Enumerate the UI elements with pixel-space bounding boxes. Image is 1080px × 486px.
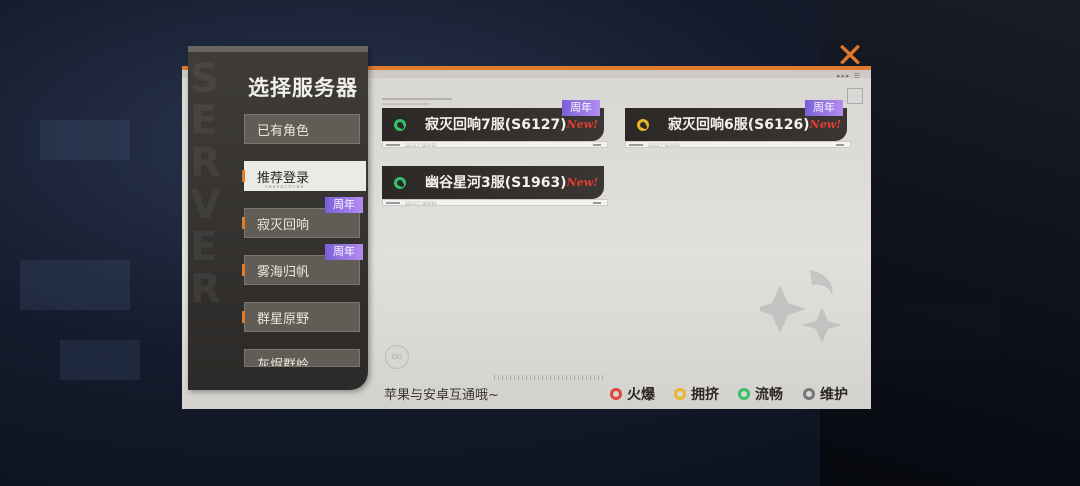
sidebar-item-recommended[interactable]: 推荐登录 PREFECTURE (242, 161, 366, 191)
status-crowded-icon (674, 388, 686, 400)
anniversary-badge: 周年 (325, 244, 363, 260)
new-tag: New! (566, 118, 598, 131)
status-crowded-icon (637, 119, 649, 131)
sidebar-item-label: 寂灭回响 (257, 217, 310, 233)
new-tag: New! (809, 118, 841, 131)
server-card-yougu-3[interactable]: SELECT SERVER 幽谷星河3服(S1963) New! (382, 166, 608, 206)
sidebar-item-label: 已有角色 (257, 123, 310, 139)
server-region-sidebar: SERVER 选择服务器 已有角色 推荐登录 PREFECTURE 寂灭回响 周… (188, 46, 368, 390)
server-name: 幽谷星河3服(S1963) (425, 175, 567, 191)
status-smooth-icon (738, 388, 750, 400)
close-icon: ✕ (835, 36, 865, 76)
og-logo-icon: OG (385, 345, 409, 369)
sidebar-item-sub: PREFECTURE (265, 184, 305, 189)
status-hot-icon (610, 388, 622, 400)
page-title: 选择服务器 (248, 75, 358, 100)
dragon-logo-icon (760, 270, 842, 343)
legend-maintenance: 维护 (803, 384, 848, 404)
server-name: 寂灭回响6服(S6126) (668, 117, 810, 133)
sidebar-item-wuhai[interactable]: 雾海归帆 周年 (242, 244, 363, 285)
server-watermark: SERVER (190, 56, 221, 312)
sidebar-item-label: 雾海归帆 (257, 264, 310, 280)
server-card-jimie-6[interactable]: SELECT SERVER 寂灭回响6服(S6126) New! 周年 (625, 100, 851, 148)
sidebar-item-existing-roles[interactable]: 已有角色 (244, 114, 360, 144)
legend-crowded: 拥挤 (674, 384, 719, 404)
cross-platform-note: 苹果与安卓互通哦~ (384, 388, 499, 403)
anniversary-badge: 周年 (325, 197, 363, 213)
sidebar-item-label: 推荐登录 (257, 170, 310, 186)
anniversary-badge: 周年 (562, 100, 600, 116)
sidebar-item-label: 灰烬群岭 (257, 358, 310, 367)
new-tag: New! (566, 176, 598, 189)
corner-box-icon (847, 88, 863, 104)
server-card-jimie-7[interactable]: SELECT SERVER 寂灭回响7服(S6127) New! 周年 (382, 100, 608, 148)
sidebar-item-qunxing[interactable]: 群星原野 (242, 302, 360, 332)
sidebar-item-huijin[interactable]: 灰烬群岭 (244, 349, 360, 367)
anniversary-badge: 周年 (805, 100, 843, 116)
status-smooth-icon (394, 177, 406, 189)
sidebar-item-jimie[interactable]: 寂灭回响 周年 (242, 197, 363, 238)
legend-smooth: 流畅 (738, 384, 783, 404)
status-smooth-icon (394, 119, 406, 131)
status-maintenance-icon (803, 388, 815, 400)
close-button[interactable]: ✕ (834, 36, 866, 76)
tick-decoration (494, 375, 604, 380)
server-name: 寂灭回响7服(S6127) (425, 117, 567, 133)
sidebar-item-label: 群星原野 (257, 311, 310, 327)
legend-hot: 火爆 (610, 384, 655, 404)
